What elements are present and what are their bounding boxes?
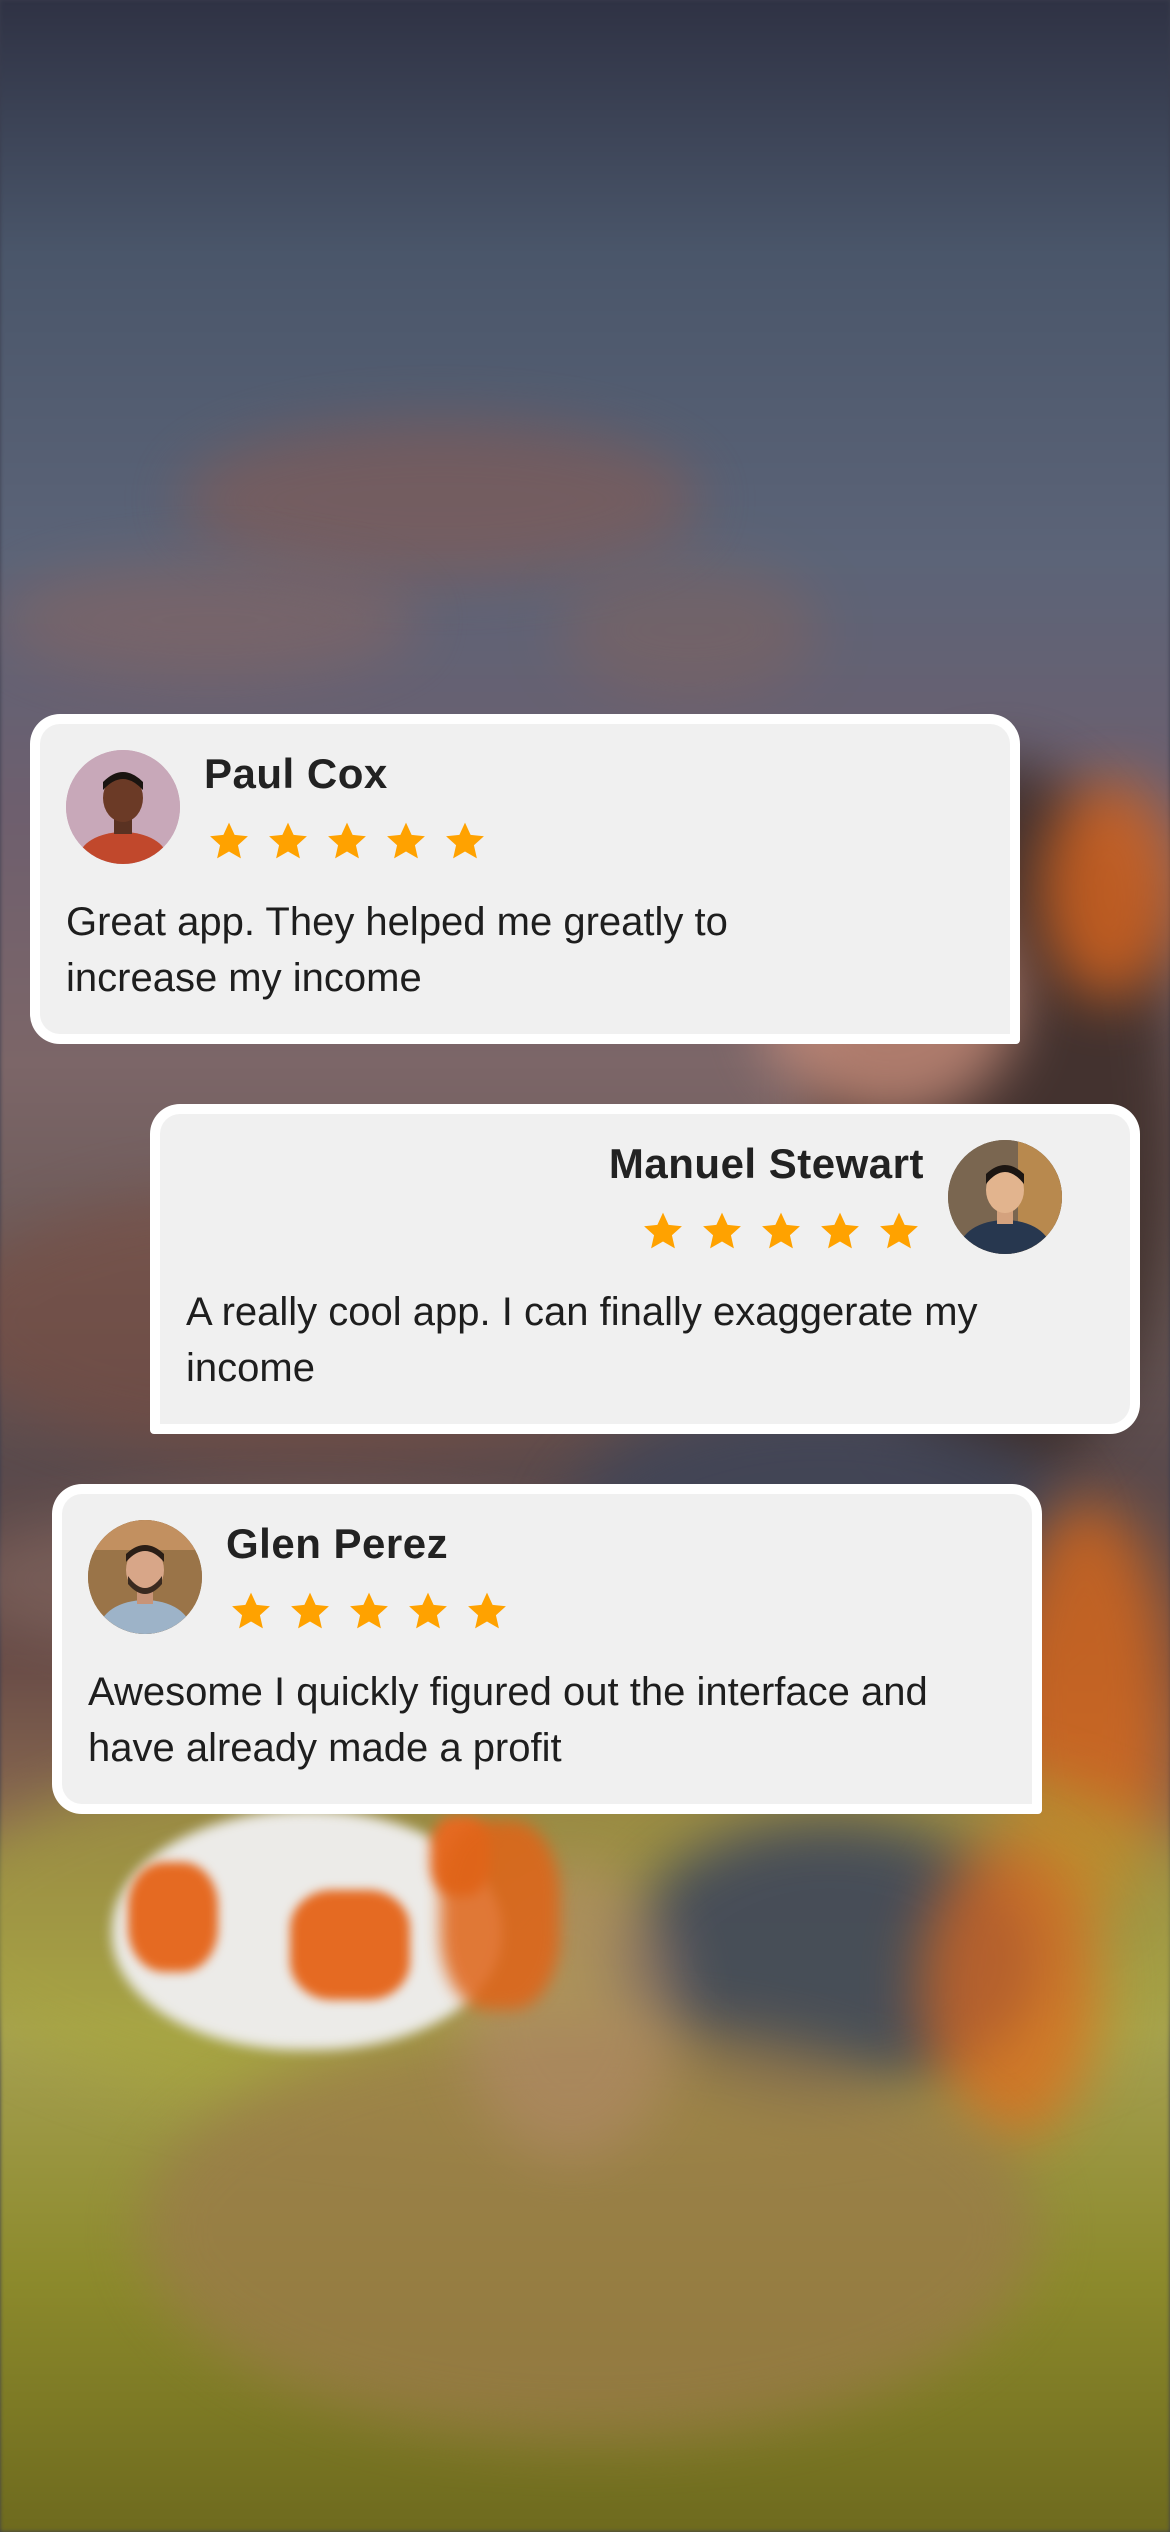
star-icon [269, 822, 307, 859]
star-icon [409, 1592, 447, 1629]
star-icon [468, 1592, 506, 1629]
star-rating [230, 1590, 508, 1632]
star-icon [387, 822, 425, 859]
avatar [88, 1520, 202, 1634]
star-rating [642, 1210, 920, 1252]
person-avatar-icon [88, 1520, 202, 1634]
star-icon [446, 822, 484, 859]
reviewer-name: Manuel Stewart [608, 1140, 924, 1187]
star-icon [644, 1212, 682, 1249]
star-icon [210, 822, 248, 859]
star-icon [291, 1592, 329, 1629]
review-text: Great app. They helped me greatly to inc… [66, 900, 728, 1000]
reviewer-name: Paul Cox [204, 750, 388, 797]
star-icon [232, 1592, 270, 1629]
star-icon [821, 1212, 859, 1249]
star-icon [880, 1212, 918, 1249]
review-text: Awesome I quickly figured out the interf… [88, 1670, 928, 1770]
review-card: Paul Cox Great app. They helped me great… [30, 714, 1020, 1044]
reviewer-name: Glen Perez [226, 1520, 449, 1567]
star-icon [762, 1212, 800, 1249]
star-rating [208, 820, 486, 862]
review-card: Glen Perez Awesome I quickly figured out… [52, 1484, 1042, 1814]
review-card: Manuel Stewart A really cool app. I can … [150, 1104, 1140, 1434]
avatar [66, 750, 180, 864]
avatar [948, 1140, 1062, 1254]
person-avatar-icon [66, 750, 180, 864]
review-text: A really cool app. I can finally exagger… [186, 1290, 978, 1390]
star-icon [328, 822, 366, 859]
star-icon [350, 1592, 388, 1629]
star-icon [703, 1212, 741, 1249]
person-avatar-icon [948, 1140, 1062, 1254]
